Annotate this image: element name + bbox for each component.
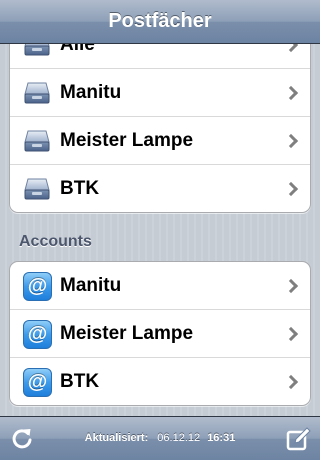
account-row-manitu[interactable]: @ Manitu xyxy=(10,262,310,310)
chevron-right-icon xyxy=(283,374,299,390)
mailbox-label: BTK xyxy=(60,178,100,199)
account-row-btk[interactable]: @ BTK xyxy=(10,358,310,405)
mailbox-list[interactable]: Alle Manitu Meister Lampe BTK Accounts @… xyxy=(0,44,320,416)
updated-label: Aktualisiert: xyxy=(84,432,149,444)
mailbox-label: Meister Lampe xyxy=(60,130,194,151)
mailboxes-group: Alle Manitu Meister Lampe BTK xyxy=(9,44,311,213)
account-label: Meister Lampe xyxy=(60,323,194,344)
mailbox-row-all[interactable]: Alle xyxy=(10,44,310,69)
mailbox-row-meister-lampe[interactable]: Meister Lampe xyxy=(10,117,310,165)
chevron-right-icon xyxy=(283,278,299,294)
mailbox-row-btk[interactable]: BTK xyxy=(10,165,310,212)
compose-icon[interactable] xyxy=(284,425,312,453)
last-updated-status: Aktualisiert: 06.12.12 16:31 xyxy=(0,417,320,459)
chevron-right-icon xyxy=(283,44,299,53)
chevron-right-icon xyxy=(283,181,299,197)
updated-date: 06.12.12 xyxy=(157,432,201,444)
mailbox-label: Alle xyxy=(60,44,95,55)
inbox-tray-icon xyxy=(24,178,50,200)
navigation-bar: Postfächer xyxy=(0,0,320,44)
inbox-tray-icon xyxy=(24,130,50,152)
inbox-tray-icon xyxy=(24,82,50,104)
page-title: Postfächer xyxy=(108,10,212,32)
chevron-right-icon xyxy=(283,133,299,149)
at-sign-icon: @ xyxy=(23,272,52,301)
updated-time: 16:31 xyxy=(207,432,236,444)
chevron-right-icon xyxy=(283,85,299,101)
inbox-tray-icon xyxy=(24,44,50,56)
at-sign-icon: @ xyxy=(23,320,52,349)
mailbox-label: Manitu xyxy=(60,82,122,103)
account-label: Manitu xyxy=(60,275,122,296)
at-sign-icon: @ xyxy=(23,368,52,397)
account-row-meister-lampe[interactable]: @ Meister Lampe xyxy=(10,310,310,358)
mailbox-row-manitu[interactable]: Manitu xyxy=(10,69,310,117)
accounts-section-header: Accounts xyxy=(19,233,92,250)
bottom-toolbar: Aktualisiert: 06.12.12 16:31 xyxy=(0,416,320,460)
accounts-group: @ Manitu @ Meister Lampe @ BTK xyxy=(9,261,311,406)
account-label: BTK xyxy=(60,371,100,392)
chevron-right-icon xyxy=(283,326,299,342)
